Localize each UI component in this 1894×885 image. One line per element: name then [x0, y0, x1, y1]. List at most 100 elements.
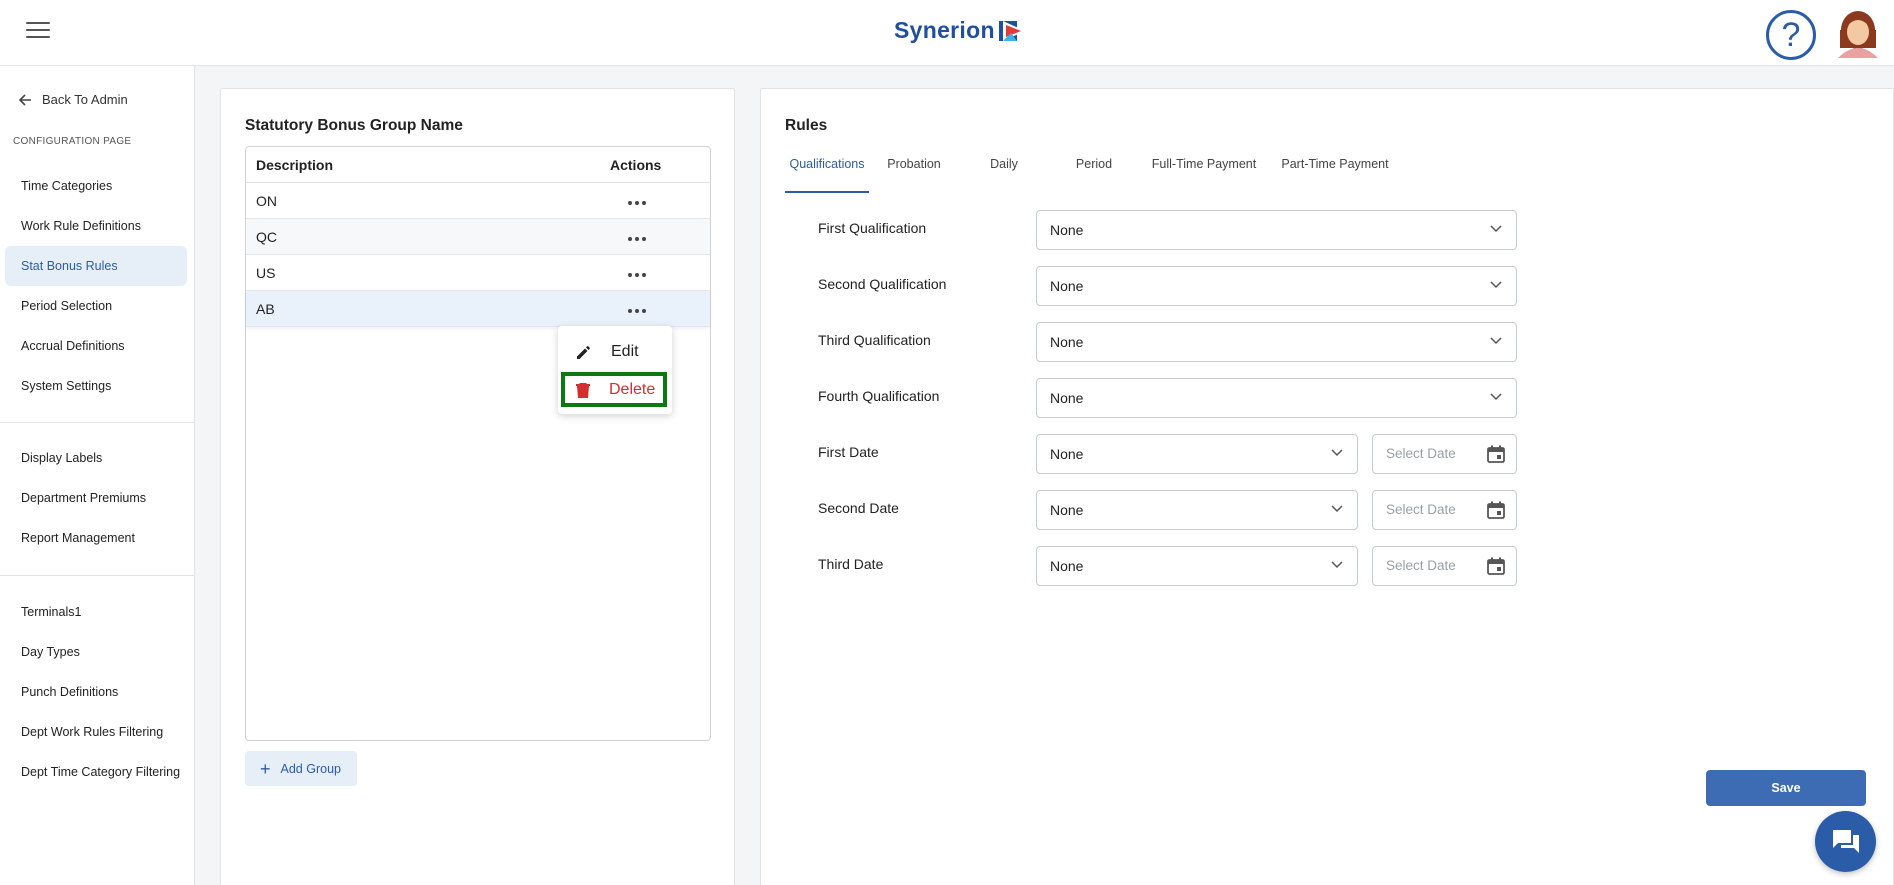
- first-qualification-select[interactable]: None: [1036, 210, 1517, 250]
- first-date-select[interactable]: None: [1036, 434, 1358, 474]
- sidebar-item-accrual-definitions[interactable]: Accrual Definitions: [5, 326, 187, 366]
- tab-daily[interactable]: Daily: [959, 149, 1049, 193]
- select-value: None: [1050, 278, 1084, 294]
- help-icon[interactable]: ?: [1766, 10, 1816, 60]
- delete-label: Delete: [609, 381, 656, 398]
- add-group-button[interactable]: + Add Group: [245, 751, 357, 786]
- logo-text: Synerion: [894, 17, 995, 43]
- plus-icon: +: [260, 758, 271, 779]
- second-qualification-select[interactable]: None: [1036, 266, 1517, 306]
- select-value: None: [1050, 334, 1084, 350]
- fourth-qualification-select[interactable]: None: [1036, 378, 1517, 418]
- chevron-down-icon: [1331, 561, 1343, 569]
- sidebar-item-dept-time-category-filtering[interactable]: Dept Time Category Filtering: [5, 752, 187, 792]
- delete-menu-item[interactable]: Delete: [558, 372, 672, 408]
- sidebar-item-work-rule-definitions[interactable]: Work Rule Definitions: [5, 206, 187, 246]
- table-row[interactable]: ON: [246, 183, 710, 219]
- chevron-down-icon: [1331, 505, 1343, 513]
- second-qualification-label: Second Qualification: [818, 276, 947, 292]
- select-value: None: [1050, 222, 1084, 238]
- calendar-icon[interactable]: [1486, 556, 1506, 576]
- sidebar: Back To Admin CONFIGURATION PAGE Time Ca…: [0, 66, 195, 885]
- fourth-qualification-label: Fourth Qualification: [818, 388, 940, 404]
- select-value: None: [1050, 502, 1084, 518]
- pencil-icon: [577, 346, 590, 359]
- section-title: CONFIGURATION PAGE: [13, 136, 132, 147]
- logo-mark-icon: [998, 20, 1025, 41]
- more-horizontal-icon[interactable]: [624, 197, 650, 209]
- rules-panel-title: Rules: [785, 117, 828, 134]
- top-bar: Synerion ?: [0, 0, 1894, 66]
- edit-menu-item[interactable]: Edit: [558, 334, 672, 370]
- back-to-admin-label: Back To Admin: [42, 92, 128, 107]
- row-description: US: [256, 264, 276, 281]
- add-group-label: Add Group: [280, 761, 341, 776]
- chevron-down-icon: [1490, 337, 1502, 345]
- third-qualification-select[interactable]: None: [1036, 322, 1517, 362]
- more-horizontal-icon[interactable]: [624, 233, 650, 245]
- table-row-selected[interactable]: AB: [246, 291, 710, 327]
- sidebar-divider: [0, 422, 195, 423]
- calendar-icon[interactable]: [1486, 500, 1506, 520]
- third-date-select[interactable]: None: [1036, 546, 1358, 586]
- chevron-down-icon: [1331, 449, 1343, 457]
- second-date-label: Second Date: [818, 500, 899, 516]
- column-header-actions: Actions: [610, 156, 662, 173]
- more-horizontal-icon[interactable]: [624, 305, 650, 317]
- more-horizontal-icon[interactable]: [624, 269, 650, 281]
- avatar[interactable]: [1834, 8, 1882, 58]
- date-placeholder: Select Date: [1386, 502, 1456, 517]
- sidebar-item-department-premiums[interactable]: Department Premiums: [5, 478, 187, 518]
- select-value: None: [1050, 390, 1084, 406]
- sidebar-item-punch-definitions[interactable]: Punch Definitions: [5, 672, 187, 712]
- tab-period[interactable]: Period: [1049, 149, 1139, 193]
- table-header: Description Actions: [246, 147, 710, 183]
- tab-probation[interactable]: Probation: [869, 149, 959, 193]
- first-date-label: First Date: [818, 444, 879, 460]
- tab-part-time-payment[interactable]: Part-Time Payment: [1269, 149, 1401, 193]
- first-qualification-label: First Qualification: [818, 220, 927, 236]
- logo: Synerion: [894, 17, 1027, 44]
- select-value: None: [1050, 558, 1084, 574]
- tab-qualifications[interactable]: Qualifications: [785, 149, 869, 193]
- sidebar-item-report-management[interactable]: Report Management: [5, 518, 187, 558]
- column-header-description: Description: [256, 156, 334, 173]
- chat-icon[interactable]: [1815, 811, 1876, 872]
- sidebar-item-stat-bonus-rules[interactable]: Stat Bonus Rules: [5, 246, 187, 286]
- rules-panel: Rules Qualifications Probation Daily Per…: [760, 88, 1894, 885]
- save-button[interactable]: Save: [1706, 770, 1866, 806]
- row-actions-menu: Edit Delete: [558, 326, 672, 414]
- sidebar-divider: [0, 575, 195, 576]
- select-value: None: [1050, 446, 1084, 462]
- arrow-left-icon: [18, 93, 31, 106]
- row-description: ON: [256, 192, 277, 209]
- row-description: AB: [256, 300, 275, 317]
- chevron-down-icon: [1490, 225, 1502, 233]
- second-date-select[interactable]: None: [1036, 490, 1358, 530]
- chevron-down-icon: [1490, 281, 1502, 289]
- back-to-admin-link[interactable]: Back To Admin: [18, 92, 128, 107]
- sidebar-item-day-types[interactable]: Day Types: [5, 632, 187, 672]
- sidebar-item-display-labels[interactable]: Display Labels: [5, 438, 187, 478]
- tab-full-time-payment[interactable]: Full-Time Payment: [1139, 149, 1269, 193]
- second-date-input[interactable]: Select Date: [1372, 490, 1517, 530]
- calendar-icon[interactable]: [1486, 444, 1506, 464]
- sidebar-item-system-settings[interactable]: System Settings: [5, 366, 187, 406]
- row-description: QC: [256, 228, 277, 245]
- third-date-input[interactable]: Select Date: [1372, 546, 1517, 586]
- first-date-input[interactable]: Select Date: [1372, 434, 1517, 474]
- table-row[interactable]: US: [246, 255, 710, 291]
- groups-table: Description Actions ON QC US AB: [245, 146, 711, 741]
- trash-icon: [576, 383, 590, 398]
- chevron-down-icon: [1490, 393, 1502, 401]
- sidebar-item-terminals1[interactable]: Terminals1: [5, 592, 187, 632]
- sidebar-item-time-categories[interactable]: Time Categories: [5, 166, 187, 206]
- date-placeholder: Select Date: [1386, 446, 1456, 461]
- table-row[interactable]: QC: [246, 219, 710, 255]
- menu-icon[interactable]: [26, 22, 50, 42]
- sidebar-item-period-selection[interactable]: Period Selection: [5, 286, 187, 326]
- third-date-label: Third Date: [818, 556, 884, 572]
- sidebar-item-dept-work-rules-filtering[interactable]: Dept Work Rules Filtering: [5, 712, 187, 752]
- third-qualification-label: Third Qualification: [818, 332, 931, 348]
- edit-label: Edit: [611, 343, 639, 360]
